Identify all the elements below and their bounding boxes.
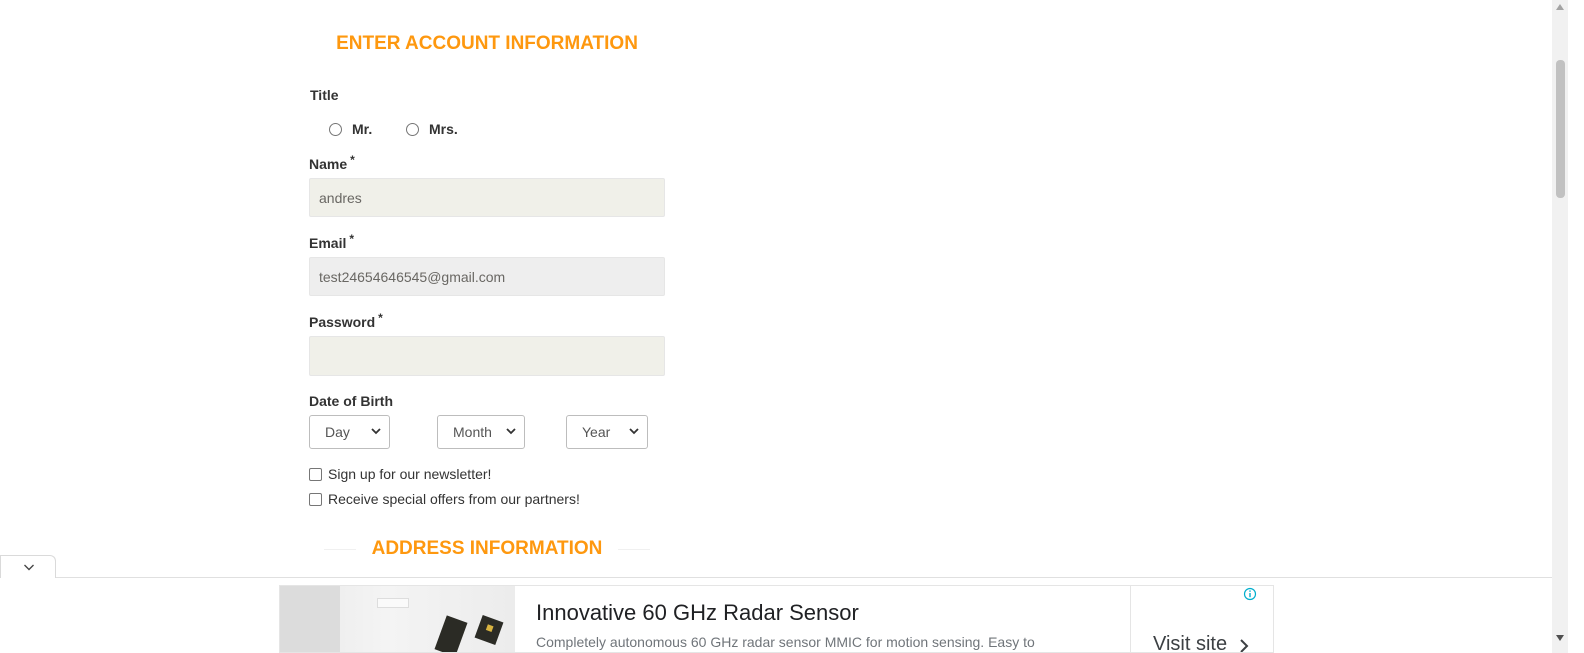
password-label-text: Password <box>309 314 376 330</box>
scroll-down-icon[interactable] <box>1555 634 1565 642</box>
ad-description[interactable]: Completely autonomous 60 GHz radar senso… <box>536 634 1035 650</box>
dob-label: Date of Birth <box>309 393 393 409</box>
chip-icon <box>474 614 504 646</box>
ad-image[interactable] <box>280 586 515 652</box>
name-input[interactable]: andres <box>309 178 665 217</box>
scrollbar-thumb[interactable] <box>1556 60 1565 198</box>
name-label: Name * <box>309 153 355 172</box>
required-marker: * <box>349 232 355 246</box>
dob-year-value: Year <box>582 424 611 440</box>
chevron-down-icon <box>371 428 381 435</box>
offers-checkbox[interactable] <box>309 493 322 506</box>
visit-site-button[interactable]: Visit site <box>1153 633 1227 652</box>
required-marker: * <box>350 153 355 167</box>
title-label: Title <box>310 87 339 103</box>
dob-month-value: Month <box>453 424 492 440</box>
offers-label[interactable]: Receive special offers from our partners… <box>328 491 580 507</box>
ad-collapse-tab[interactable] <box>0 555 56 578</box>
mr-radio-label[interactable]: Mr. <box>352 121 372 137</box>
ad-title[interactable]: Innovative 60 GHz Radar Sensor <box>536 600 859 626</box>
dob-year-select[interactable]: Year <box>566 415 648 449</box>
newsletter-checkbox[interactable] <box>309 468 322 481</box>
ad-image-wall <box>280 586 340 652</box>
scroll-up-icon[interactable] <box>1555 3 1565 11</box>
chevron-down-icon <box>629 428 639 435</box>
ad-bar-divider <box>0 577 1552 578</box>
required-marker: * <box>378 311 383 325</box>
mrs-radio-label[interactable]: Mrs. <box>429 121 458 137</box>
mr-radio[interactable] <box>329 123 342 136</box>
info-icon[interactable] <box>1243 587 1257 601</box>
chevron-down-icon <box>506 428 516 435</box>
email-input: test24654646545@gmail.com <box>309 257 665 296</box>
email-label-text: Email <box>309 235 347 251</box>
dob-month-select[interactable]: Month <box>437 415 525 449</box>
chevron-down-icon <box>24 564 34 571</box>
mrs-radio[interactable] <box>406 123 419 136</box>
name-label-text: Name <box>309 156 348 172</box>
dob-day-select[interactable]: Day <box>309 415 390 449</box>
password-input[interactable] <box>309 336 665 376</box>
chip-icon <box>434 615 468 652</box>
password-label: Password * <box>309 311 383 330</box>
dob-day-value: Day <box>325 424 350 440</box>
account-info-heading: ENTER ACCOUNT INFORMATION <box>336 33 638 54</box>
ad-image-device <box>377 598 409 608</box>
chevron-right-icon <box>1240 639 1249 652</box>
newsletter-label[interactable]: Sign up for our newsletter! <box>328 466 491 482</box>
address-info-heading: ADDRESS INFORMATION <box>356 538 618 560</box>
ad-banner[interactable]: Innovative 60 GHz Radar Sensor Completel… <box>279 585 1274 653</box>
email-label: Email * <box>309 232 355 251</box>
chip-pad <box>485 624 494 632</box>
